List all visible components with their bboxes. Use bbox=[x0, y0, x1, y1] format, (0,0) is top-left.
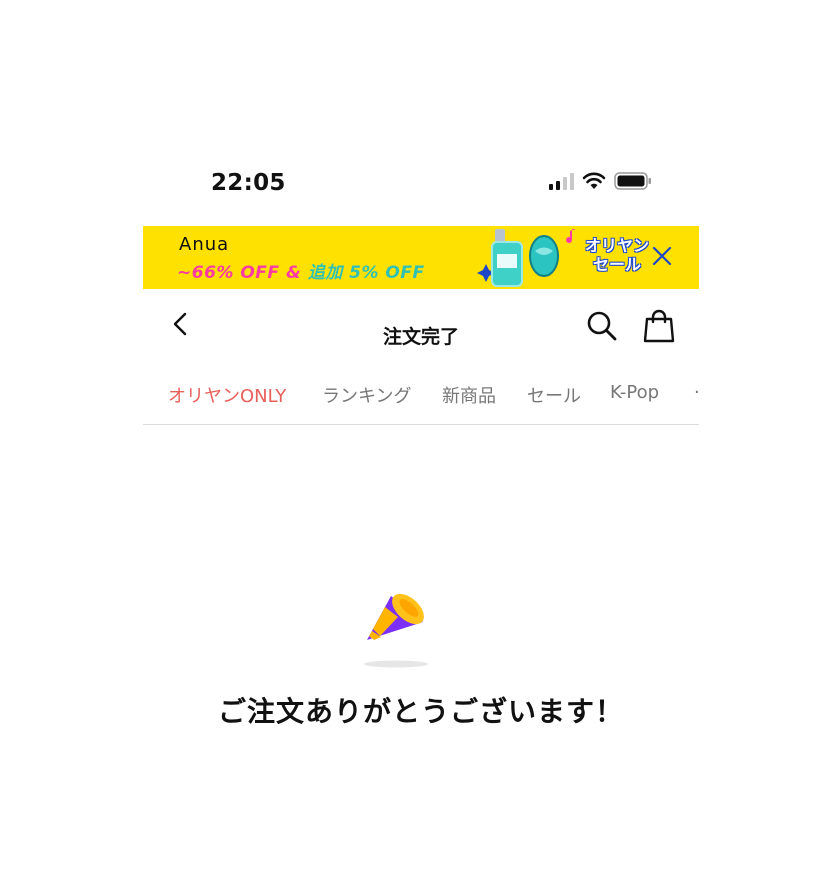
tab-kpop[interactable]: K-Pop bbox=[610, 382, 659, 403]
tab-new-products[interactable]: 新商品 bbox=[442, 382, 496, 408]
sale-badge-line2: セール bbox=[592, 255, 641, 274]
status-time: 22:05 bbox=[211, 170, 286, 196]
phone-screen: 22:05 Anua ~66% OFF & 追加 5% OFF オリヤン セール… bbox=[143, 0, 699, 871]
tab-ranking[interactable]: ランキング bbox=[322, 382, 411, 408]
sale-badge-line1: オリヤン bbox=[584, 236, 649, 255]
thank-you-message: ご注文ありがとうございます！ bbox=[217, 695, 624, 728]
sale-badge: オリヤン セール bbox=[579, 236, 655, 280]
product-illustration-icon bbox=[477, 229, 576, 287]
tab-sale[interactable]: セール bbox=[527, 382, 581, 408]
status-icons bbox=[549, 172, 652, 190]
tab-oliyan-only[interactable]: オリヤンONLY bbox=[168, 382, 286, 408]
page-header: 注文完了 bbox=[143, 289, 699, 359]
battery-icon bbox=[614, 172, 651, 190]
shopping-bag-icon[interactable] bbox=[643, 309, 675, 343]
promo-banner[interactable]: Anua ~66% OFF & 追加 5% OFF オリヤン セール bbox=[143, 226, 699, 289]
search-icon[interactable] bbox=[585, 309, 619, 343]
banner-brand: Anua bbox=[179, 234, 230, 255]
tab-more-cutoff[interactable]: · bbox=[694, 382, 699, 403]
party-popper-icon bbox=[361, 582, 431, 672]
banner-promo-text: ~66% OFF & 追加 5% OFF bbox=[177, 258, 425, 283]
wifi-icon bbox=[582, 172, 606, 189]
promo-extra: 追加 5% OFF bbox=[307, 263, 425, 283]
promo-discount: ~66% OFF & bbox=[177, 263, 302, 283]
category-tabs: オリヤンONLY ランキング 新商品 セール K-Pop · bbox=[143, 375, 699, 425]
close-icon[interactable] bbox=[650, 242, 674, 270]
cellular-signal-icon bbox=[549, 172, 574, 190]
